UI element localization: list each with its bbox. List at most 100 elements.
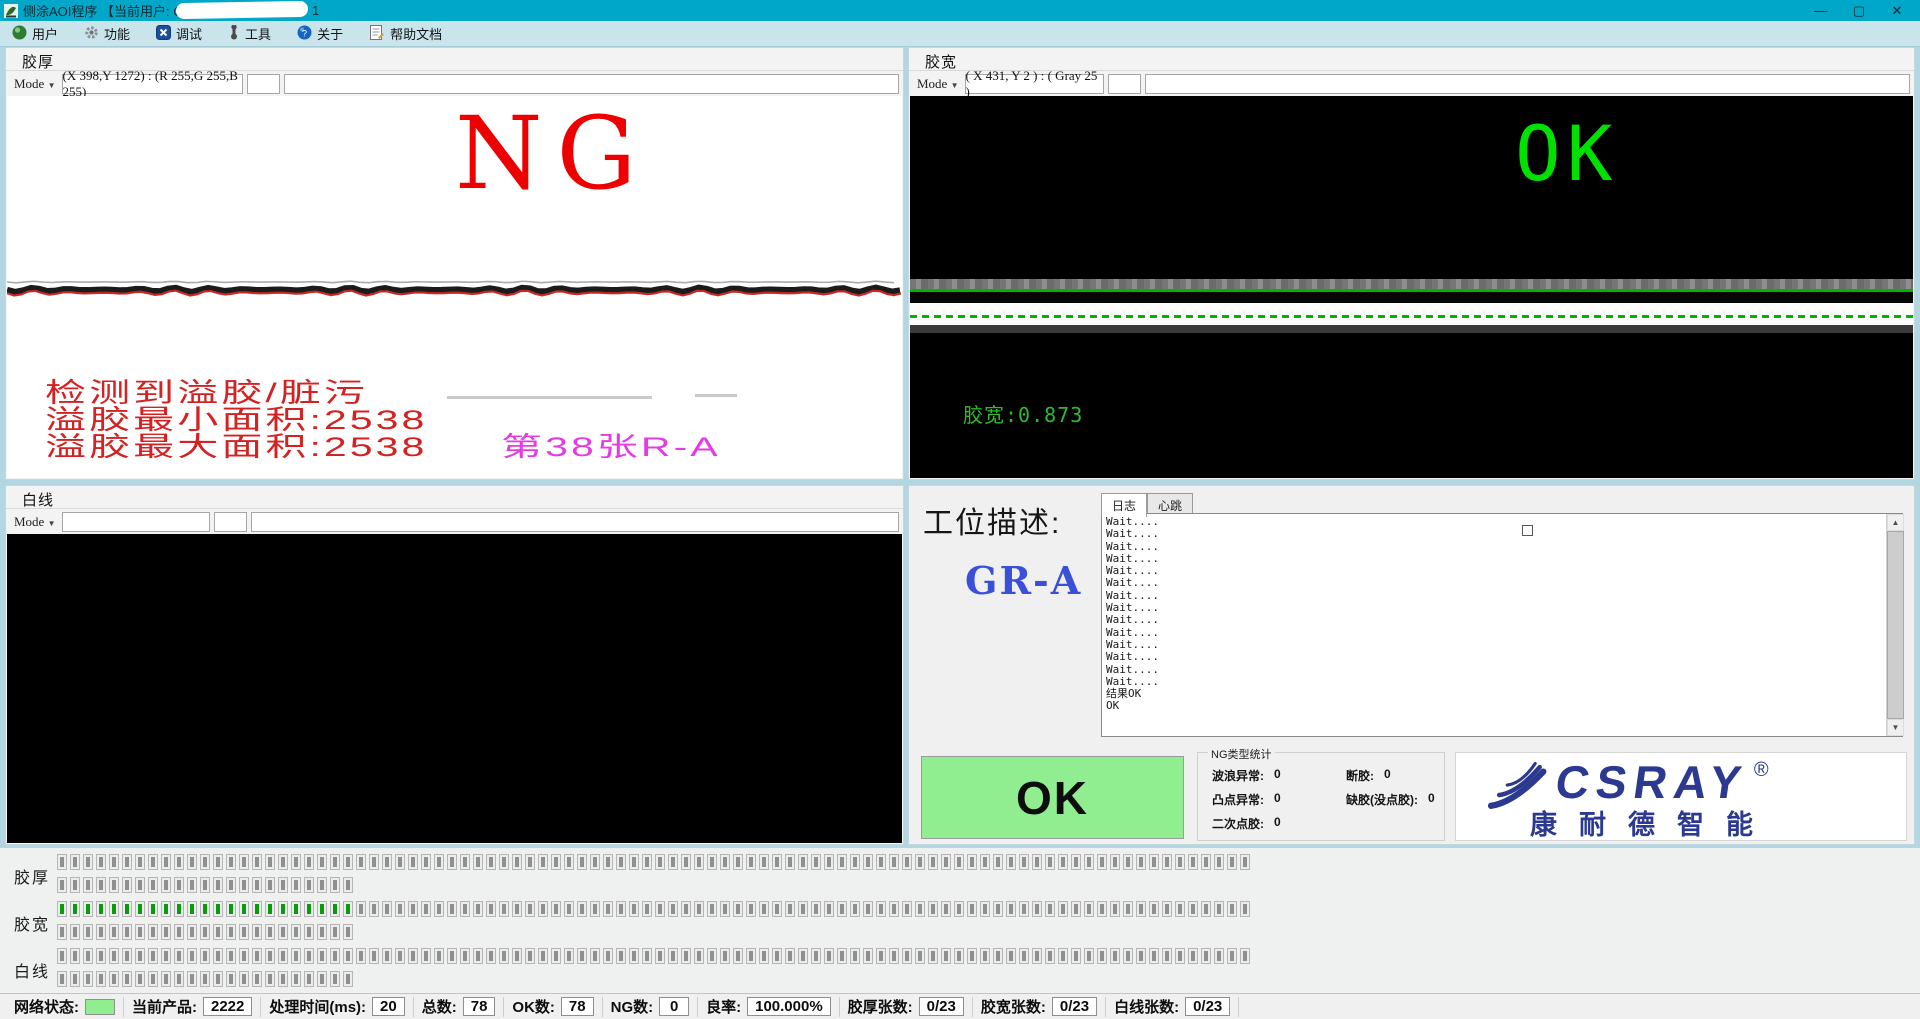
user-icon bbox=[12, 25, 27, 43]
statusbar-label: 总数: bbox=[422, 996, 457, 1017]
frame-slot-empty bbox=[57, 971, 67, 987]
coordinate-readout[interactable] bbox=[62, 512, 210, 532]
frame-slot-empty bbox=[1136, 854, 1146, 870]
info-box[interactable] bbox=[284, 74, 899, 94]
frame-slot-empty bbox=[694, 854, 704, 870]
frame-slot-empty bbox=[447, 854, 457, 870]
mode-dropdown[interactable]: Mode ▼ bbox=[14, 76, 56, 92]
scroll-up-icon[interactable]: ▲ bbox=[1887, 514, 1904, 531]
indicator-group-label: 白线 bbox=[14, 958, 50, 982]
frame-slot-pass bbox=[304, 901, 314, 917]
frame-slot-empty bbox=[174, 971, 184, 987]
frame-slot-empty bbox=[1006, 854, 1016, 870]
frame-slot-empty bbox=[408, 901, 418, 917]
info-box[interactable] bbox=[251, 512, 899, 532]
frame-slot-empty bbox=[577, 854, 587, 870]
frame-slot-empty bbox=[161, 854, 171, 870]
inspection-image-glue-width[interactable]: OK 胶宽:0.873 bbox=[910, 96, 1913, 478]
frame-slot-empty bbox=[928, 948, 938, 964]
frame-slot-empty bbox=[824, 901, 834, 917]
menu-item-tools[interactable]: 工具 bbox=[228, 24, 271, 43]
frame-slot-empty bbox=[96, 854, 106, 870]
scroll-down-icon[interactable]: ▼ bbox=[1887, 719, 1904, 736]
frame-slot-empty bbox=[915, 854, 925, 870]
tab-log[interactable]: 日志 bbox=[1101, 493, 1147, 517]
frame-slot-empty bbox=[317, 854, 327, 870]
value-box[interactable] bbox=[247, 74, 280, 94]
frame-slot-empty bbox=[265, 854, 275, 870]
frame-slot-empty bbox=[486, 948, 496, 964]
frame-slot-empty bbox=[1032, 901, 1042, 917]
info-box[interactable] bbox=[1145, 74, 1910, 94]
frame-slot-empty bbox=[70, 971, 80, 987]
logo-subtitle: 康耐德智能 bbox=[1530, 803, 1775, 842]
mode-dropdown[interactable]: Mode ▼ bbox=[917, 76, 959, 92]
scrollbar-thumb[interactable] bbox=[1887, 531, 1904, 719]
frame-slot-empty bbox=[733, 948, 743, 964]
menu-item-help-doc[interactable]: 帮助文档 bbox=[369, 24, 442, 43]
frame-slot-empty bbox=[291, 924, 301, 940]
menu-item-about[interactable]: ?关于 bbox=[297, 24, 343, 43]
menu-item-gear[interactable]: 功能 bbox=[84, 24, 130, 43]
frame-slot-empty bbox=[1188, 901, 1198, 917]
log-list[interactable]: Wait....Wait....Wait....Wait....Wait....… bbox=[1101, 513, 1903, 737]
frame-slot-empty bbox=[1162, 948, 1172, 964]
frame-slot-empty bbox=[382, 854, 392, 870]
frame-slot-empty bbox=[291, 971, 301, 987]
frame-slot-empty bbox=[941, 901, 951, 917]
coordinate-readout[interactable]: ( X 431, Y 2 ) : ( Gray 25 ) bbox=[965, 74, 1104, 94]
statusbar-item: 处理时间(ms):20 bbox=[261, 997, 413, 1017]
frame-slot-empty bbox=[1032, 854, 1042, 870]
menu-item-debug[interactable]: 调试 bbox=[156, 24, 202, 43]
frame-slot-empty bbox=[317, 924, 327, 940]
indicator-group-label: 胶厚 bbox=[14, 864, 50, 888]
frame-slot-empty bbox=[1006, 948, 1016, 964]
frame-indicator-area: 胶厚胶宽白线 bbox=[0, 848, 1920, 993]
menu-item-user[interactable]: 用户 bbox=[12, 24, 58, 43]
panel-glue-width: 胶宽 Mode ▼ ( X 431, Y 2 ) : ( Gray 25 ) O… bbox=[908, 47, 1915, 480]
frame-slot-empty bbox=[824, 948, 834, 964]
app-icon bbox=[4, 4, 18, 18]
statusbar-item: 胶宽张数:0/23 bbox=[973, 997, 1106, 1017]
frame-slot-empty bbox=[967, 901, 977, 917]
inspection-image-glue-thickness[interactable]: NG 检测到溢胶/脏污 溢胶最小面积:2538 溢胶最大面积:2538 第38张… bbox=[7, 96, 902, 478]
inspection-image-white-line[interactable] bbox=[7, 534, 902, 843]
log-entry: Wait.... bbox=[1106, 676, 1902, 688]
frame-slot-empty bbox=[954, 854, 964, 870]
frame-slot-empty bbox=[564, 948, 574, 964]
statusbar-item: 网络状态: bbox=[6, 997, 124, 1017]
frame-slot-empty bbox=[655, 854, 665, 870]
logo-brand-text: CSRAY bbox=[1553, 759, 1751, 805]
frame-slot-empty bbox=[1058, 901, 1068, 917]
frame-slot-empty bbox=[109, 971, 119, 987]
frame-slot-empty bbox=[850, 948, 860, 964]
title-bar: 侧涂AOI程序 【当前用户: OEM】 编 1 — ▢ ✕ bbox=[0, 0, 1920, 21]
close-button[interactable]: ✕ bbox=[1878, 0, 1916, 21]
frame-slot-empty bbox=[720, 948, 730, 964]
maximize-button[interactable]: ▢ bbox=[1840, 0, 1878, 21]
minimize-button[interactable]: — bbox=[1802, 0, 1840, 21]
frame-slot-empty bbox=[278, 971, 288, 987]
value-box[interactable] bbox=[1108, 74, 1142, 94]
frame-slot-empty bbox=[317, 971, 327, 987]
frame-slot-empty bbox=[499, 948, 509, 964]
frame-slot-pass bbox=[70, 901, 80, 917]
panel-title: 胶宽 bbox=[925, 51, 957, 72]
frame-slot-empty bbox=[1149, 854, 1159, 870]
mode-dropdown[interactable]: Mode ▼ bbox=[14, 514, 56, 530]
frame-slot-empty bbox=[1214, 948, 1224, 964]
log-checkbox[interactable] bbox=[1522, 525, 1533, 536]
coordinate-readout[interactable]: (X 398,Y 1272) : (R 255,G 255,B 255) bbox=[62, 74, 244, 94]
frame-slot-empty bbox=[304, 971, 314, 987]
frame-slot-empty bbox=[83, 924, 93, 940]
log-scrollbar[interactable]: ▲ ▼ bbox=[1886, 514, 1903, 736]
frame-slot-empty bbox=[135, 877, 145, 893]
frame-slot-empty bbox=[408, 854, 418, 870]
value-box[interactable] bbox=[214, 512, 247, 532]
frame-slot-empty bbox=[213, 854, 223, 870]
ng-statistics-title: NG类型统计 bbox=[1208, 746, 1275, 762]
frame-slot-empty bbox=[850, 854, 860, 870]
frame-slot-pass bbox=[148, 901, 158, 917]
result-ng-text: NG bbox=[455, 104, 650, 204]
frame-slot-empty bbox=[1019, 948, 1029, 964]
